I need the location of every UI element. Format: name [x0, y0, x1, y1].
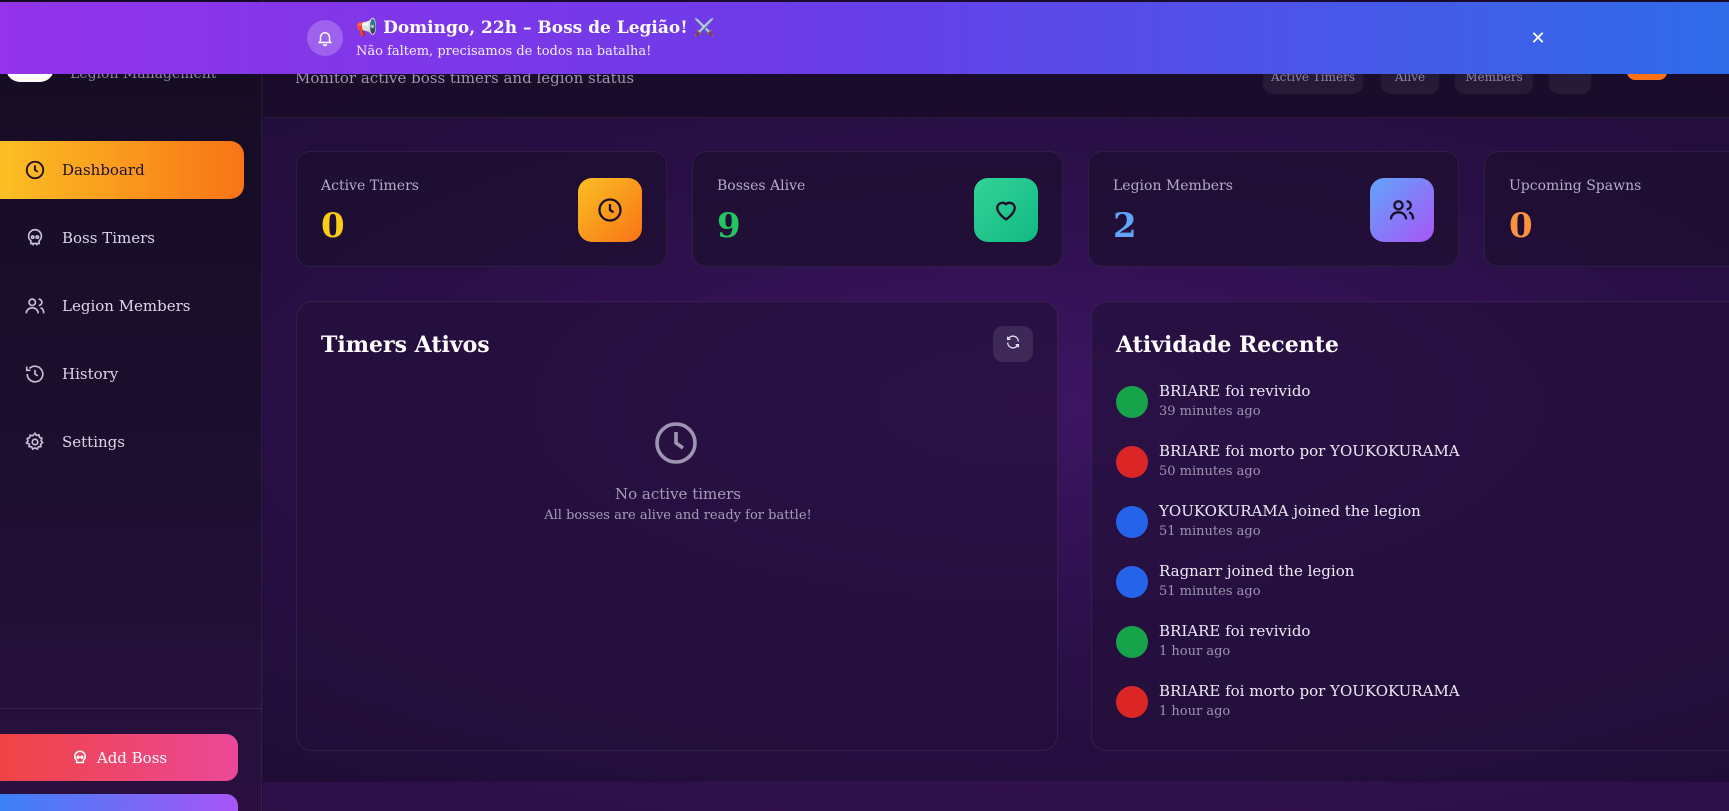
activity-text: Ragnarr joined the legion	[1159, 562, 1355, 580]
stat-card-upcoming-spawns: Upcoming Spawns 0	[1484, 151, 1729, 267]
clock-icon	[24, 159, 46, 181]
history-icon	[24, 363, 46, 385]
stat-card-legion-members: Legion Members 2	[1088, 151, 1459, 267]
stat-value: 0	[1509, 206, 1533, 246]
sidebar-item-history[interactable]: History	[0, 345, 244, 403]
sidebar: Legion Management Dashboard Boss Timers …	[0, 0, 262, 811]
status-dot	[1116, 626, 1148, 658]
stat-card-bosses-alive: Bosses Alive 9	[692, 151, 1063, 267]
activity-time: 1 hour ago	[1159, 704, 1231, 719]
sidebar-item-label: Legion Members	[62, 297, 191, 315]
stat-value: 0	[321, 206, 345, 246]
status-dot	[1116, 566, 1148, 598]
stat-label: Bosses Alive	[717, 178, 806, 194]
heart-icon	[974, 178, 1038, 242]
activity-text: BRIARE foi revivido	[1159, 382, 1311, 400]
timers-panel: Timers Ativos No active timers All bosse…	[296, 301, 1058, 751]
status-dot	[1116, 446, 1148, 478]
activity-time: 50 minutes ago	[1159, 464, 1261, 479]
activity-text: BRIARE foi revivido	[1159, 622, 1311, 640]
sidebar-item-label: Boss Timers	[62, 229, 155, 247]
refresh-button[interactable]	[993, 326, 1033, 362]
sidebar-item-label: History	[62, 365, 119, 383]
status-dot	[1116, 686, 1148, 718]
sidebar-item-label: Dashboard	[62, 161, 145, 179]
clock-icon	[578, 178, 642, 242]
add-boss-label: Add Boss	[96, 748, 168, 767]
sidebar-item-dashboard[interactable]: Dashboard	[0, 141, 244, 199]
banner-title: 📢 Domingo, 22h – Boss de Legião! ⚔️	[356, 18, 715, 38]
gear-icon	[24, 431, 46, 453]
stat-card-active-timers: Active Timers 0	[296, 151, 667, 267]
activity-time: 51 minutes ago	[1159, 524, 1261, 539]
clock-icon	[652, 419, 700, 467]
activity-time: 1 hour ago	[1159, 644, 1231, 659]
sidebar-item-label: Settings	[62, 433, 125, 451]
add-boss-button[interactable]: Add Boss	[0, 734, 238, 781]
status-dot	[1116, 386, 1148, 418]
stat-label: Legion Members	[1113, 178, 1233, 194]
panel-title: Timers Ativos	[321, 332, 490, 358]
stat-label: Upcoming Spawns	[1509, 178, 1642, 194]
stat-value: 2	[1113, 206, 1137, 246]
activity-panel: Atividade Recente BRIARE foi revivido 39…	[1091, 301, 1729, 751]
activity-text: BRIARE foi morto por YOUKOKURAMA	[1159, 682, 1460, 700]
skull-icon	[71, 749, 89, 767]
refresh-icon	[1005, 334, 1021, 354]
activity-time: 51 minutes ago	[1159, 584, 1261, 599]
activity-time: 39 minutes ago	[1159, 404, 1261, 419]
sidebar-item-legion-members[interactable]: Legion Members	[0, 277, 244, 335]
secondary-action-button[interactable]	[0, 794, 238, 811]
users-icon	[24, 295, 46, 317]
stat-label: Active Timers	[321, 178, 419, 194]
close-icon[interactable]: ✕	[1526, 26, 1550, 50]
sidebar-nav: Dashboard Boss Timers Legion Members His…	[0, 141, 262, 481]
sidebar-item-boss-timers[interactable]: Boss Timers	[0, 209, 244, 267]
activity-text: YOUKOKURAMA joined the legion	[1159, 502, 1421, 520]
sidebar-item-settings[interactable]: Settings	[0, 413, 244, 471]
panel-title: Atividade Recente	[1116, 332, 1339, 358]
empty-state-title: No active timers	[614, 485, 741, 503]
announcement-banner: 📢 Domingo, 22h – Boss de Legião! ⚔️ Não …	[0, 2, 1729, 74]
banner-subtitle: Não faltem, precisamos de todos na batal…	[356, 44, 652, 59]
footer-strip	[263, 782, 1729, 811]
status-dot	[1116, 506, 1148, 538]
activity-text: BRIARE foi morto por YOUKOKURAMA	[1159, 442, 1460, 460]
users-icon	[1370, 178, 1434, 242]
stat-value: 9	[717, 206, 741, 246]
sidebar-divider	[0, 708, 262, 709]
bell-icon	[307, 20, 343, 56]
skull-icon	[24, 227, 46, 249]
empty-state-subtitle: All bosses are alive and ready for battl…	[544, 508, 812, 523]
